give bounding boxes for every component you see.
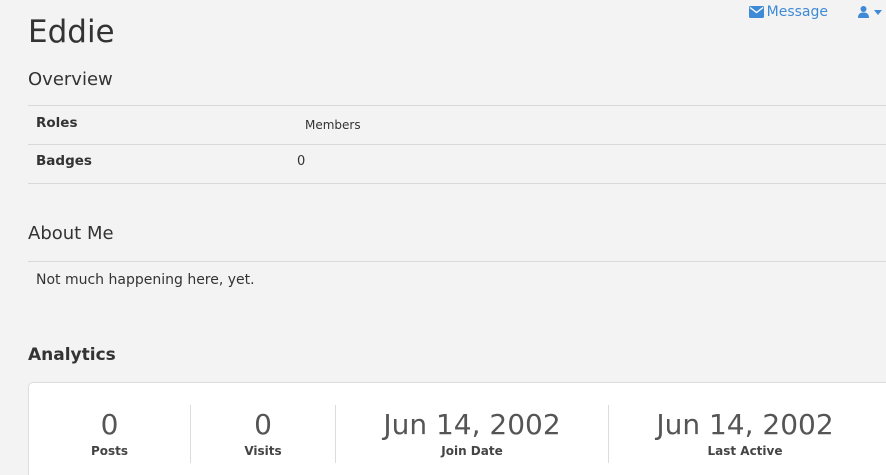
analytics-heading: Analytics: [28, 345, 116, 365]
roles-value: Members: [305, 118, 361, 132]
about-heading: About Me: [28, 223, 114, 244]
badges-value: 0: [297, 154, 306, 169]
overview-row-badges: Badges 0: [28, 144, 886, 184]
about-text: Not much happening here, yet.: [36, 272, 255, 288]
profile-name: Eddie: [28, 14, 115, 50]
profile-actions: Message: [748, 4, 886, 20]
stat-posts-value: 0: [100, 408, 119, 441]
stat-join-date-label: Join Date: [441, 444, 503, 458]
overview-row-roles: Roles Members: [28, 105, 886, 145]
stat-posts: 0 Posts: [29, 405, 190, 463]
chevron-down-icon: [874, 9, 882, 15]
stat-join-date: Jun 14, 2002 Join Date: [336, 405, 608, 463]
stat-visits-value: 0: [254, 408, 272, 441]
stat-posts-label: Posts: [90, 444, 129, 458]
overview-heading: Overview: [28, 69, 113, 90]
user-icon: [858, 6, 869, 18]
message-button-label: Message: [766, 4, 828, 20]
stat-visits: 0 Visits: [191, 405, 335, 463]
stat-last-active-value: Jun 14, 2002: [656, 408, 834, 441]
badges-label: Badges: [36, 153, 92, 169]
profile-page: Message Eddie Overview Roles Members Bad…: [0, 0, 886, 475]
stat-visits-label: Visits: [244, 444, 282, 458]
user-menu-button[interactable]: [858, 6, 882, 18]
stat-last-active-label: Last Active: [707, 444, 783, 458]
analytics-card: 0 Posts 0 Visits Jun 14, 2002 Join Date …: [28, 382, 886, 475]
stat-join-date-value: Jun 14, 2002: [383, 408, 561, 441]
roles-label: Roles: [36, 115, 78, 131]
envelope-icon: [748, 6, 764, 18]
about-box: Not much happening here, yet.: [28, 261, 886, 300]
stat-last-active: Jun 14, 2002 Last Active: [609, 405, 881, 463]
message-button[interactable]: Message: [748, 4, 828, 20]
